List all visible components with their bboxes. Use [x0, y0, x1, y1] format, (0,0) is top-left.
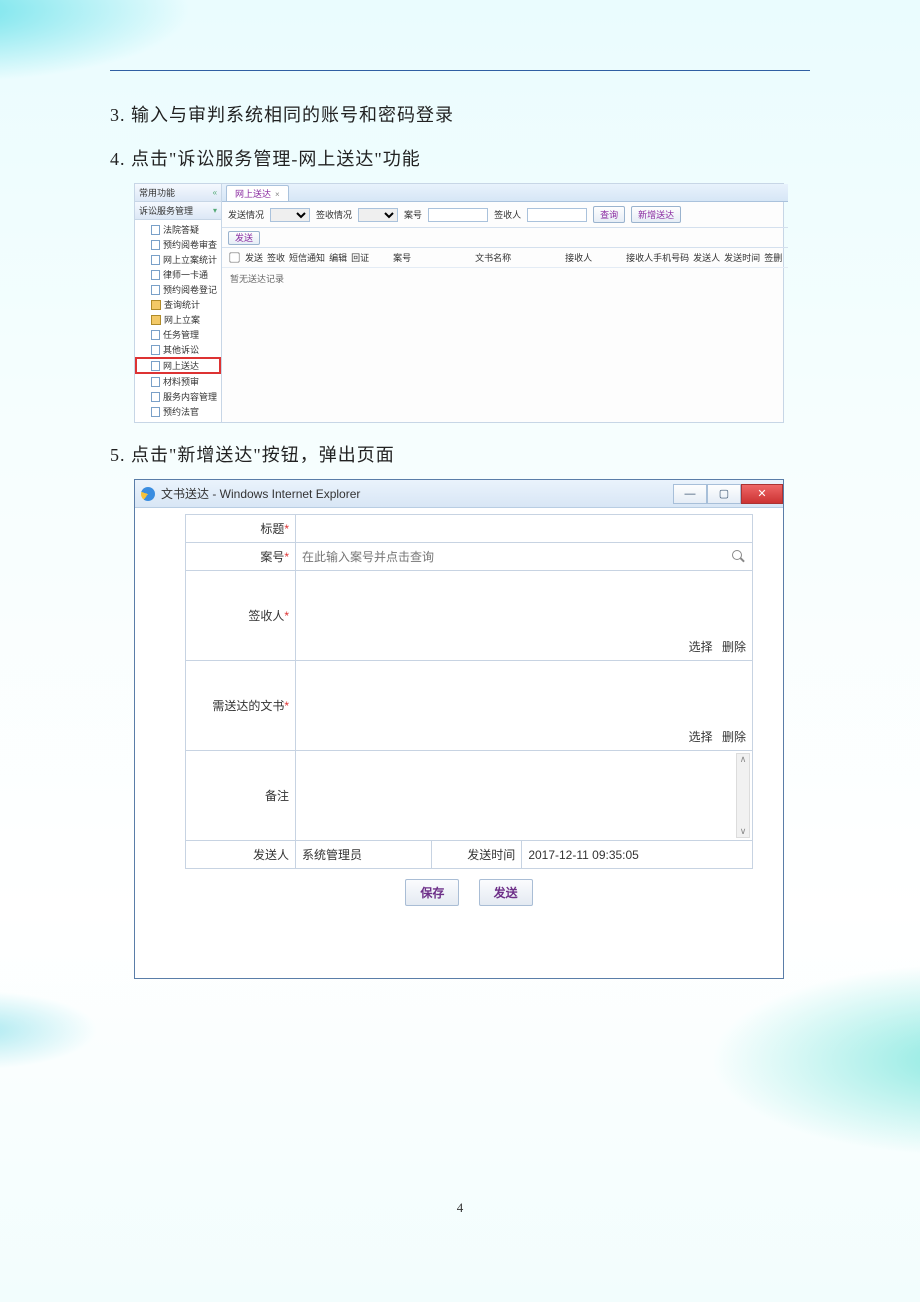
save-button[interactable]: 保存	[405, 879, 459, 906]
main-panel: 网上送达 × 发送情况 签收情况 案号 签收人 查询 新增送达 发送 发送	[222, 184, 788, 422]
nav-folder[interactable]: 网上立案	[135, 312, 221, 327]
col-caseno: 案号	[393, 251, 411, 264]
scroll-down-icon[interactable]: ∨	[737, 826, 749, 837]
col-edit: 编辑	[329, 251, 347, 264]
scroll-up-icon[interactable]: ∧	[737, 754, 749, 765]
col-receipt: 回证	[351, 251, 369, 264]
label-caseno: 案号*	[186, 543, 296, 571]
label-remark: 备注	[186, 751, 296, 841]
nav-item[interactable]: 其他诉讼	[135, 342, 221, 357]
nav-item[interactable]: 任务管理	[135, 327, 221, 342]
window-titlebar: 文书送达 - Windows Internet Explorer — ▢ ✕	[135, 480, 783, 508]
filter-sign-status-label: 签收情况	[316, 208, 352, 221]
dialog-button-row: 保存 发送	[185, 869, 753, 916]
remark-cell[interactable]: ∧∨	[296, 751, 753, 841]
search-icon[interactable]	[732, 550, 746, 564]
query-button[interactable]: 查询	[593, 206, 625, 223]
tab-bar: 网上送达 ×	[222, 184, 788, 202]
expand-icon[interactable]: ▾	[213, 206, 217, 215]
nav-item[interactable]: 判后答疑	[135, 419, 221, 422]
nav-tree: 法院答疑 预约阅卷审查 网上立案统计 律师一卡通 预约阅卷登记 查询统计 网上立…	[135, 220, 221, 422]
sidebar-common-header[interactable]: 常用功能 «	[135, 184, 221, 202]
filter-sign-status[interactable]	[358, 208, 398, 222]
sender-value: 系统管理员	[296, 841, 432, 869]
nav-item[interactable]: 服务内容管理	[135, 389, 221, 404]
step-5: 5. 点击"新增送达"按钮，弹出页面	[110, 441, 810, 467]
top-rule	[110, 70, 810, 71]
nav-item[interactable]: 法院答疑	[135, 222, 221, 237]
select-doc-link[interactable]: 选择	[689, 730, 713, 744]
nav-folder[interactable]: 查询统计	[135, 297, 221, 312]
step-3: 3. 输入与审判系统相同的账号和密码登录	[110, 101, 810, 127]
sidebar: 常用功能 « 诉讼服务管理 ▾ 法院答疑 预约阅卷审查 网上立案统计 律师一卡通…	[135, 184, 222, 422]
label-signer: 签收人*	[186, 571, 296, 661]
filter-case-no-label: 案号	[404, 208, 422, 221]
label-sender: 发送人	[186, 841, 296, 869]
nav-item[interactable]: 材料预审	[135, 374, 221, 389]
filter-signer-label: 签收人	[494, 208, 521, 221]
col-sms: 短信通知	[289, 251, 325, 264]
send-button[interactable]: 发送	[228, 231, 260, 245]
ie-icon	[141, 487, 155, 501]
col-phone: 接收人手机号码	[626, 251, 689, 264]
page-number: 4	[0, 1200, 920, 1216]
nav-item[interactable]: 预约阅卷审查	[135, 237, 221, 252]
caseno-input[interactable]	[302, 550, 746, 564]
col-del: 签删	[764, 251, 782, 264]
close-icon[interactable]: ×	[275, 190, 280, 199]
label-docs: 需送达的文书*	[186, 661, 296, 751]
minimize-button[interactable]: —	[673, 484, 707, 504]
label-sendtime: 发送时间	[432, 841, 522, 869]
collapse-icon[interactable]: «	[213, 188, 217, 197]
filter-send-status[interactable]	[270, 208, 310, 222]
col-send: 发送	[245, 251, 263, 264]
delete-signer-link[interactable]: 删除	[722, 640, 746, 654]
nav-item[interactable]: 律师一卡通	[135, 267, 221, 282]
filter-signer-input[interactable]	[527, 208, 587, 222]
maximize-button[interactable]: ▢	[707, 484, 741, 504]
step-4: 4. 点击"诉讼服务管理-网上送达"功能	[110, 145, 810, 171]
filter-row: 发送情况 签收情况 案号 签收人 查询 新增送达	[222, 202, 788, 228]
screenshot-1: 常用功能 « 诉讼服务管理 ▾ 法院答疑 预约阅卷审查 网上立案统计 律师一卡通…	[134, 183, 784, 423]
col-sendtime: 发送时间	[724, 251, 760, 264]
select-all-checkbox[interactable]	[229, 252, 239, 262]
add-delivery-button[interactable]: 新增送达	[631, 206, 681, 223]
col-recv: 接收人	[565, 251, 592, 264]
send-row: 发送	[222, 228, 788, 248]
send-button[interactable]: 发送	[479, 879, 533, 906]
sidebar-service-header[interactable]: 诉讼服务管理 ▾	[135, 202, 221, 220]
tab-label: 网上送达	[235, 189, 271, 199]
col-docname: 文书名称	[475, 251, 511, 264]
form-table: 标题* 案号* 签收人* 选择 删除	[185, 514, 753, 869]
sendtime-value: 2017-12-11 09:35:05	[522, 841, 753, 869]
col-sign: 签收	[267, 251, 285, 264]
signer-cell: 选择 删除	[296, 571, 753, 661]
table-header: 发送 签收 短信通知 编辑 回证 案号 文书名称 接收人 接收人手机号码 发送人…	[222, 248, 788, 268]
title-input[interactable]	[302, 522, 746, 536]
docs-cell: 选择 删除	[296, 661, 753, 751]
empty-message: 暂无送达记录	[222, 268, 788, 289]
nav-item-online-delivery[interactable]: 网上送达	[135, 357, 221, 374]
filter-send-status-label: 发送情况	[228, 208, 264, 221]
col-sender: 发送人	[693, 251, 720, 264]
scrollbar[interactable]: ∧∨	[736, 753, 750, 838]
screenshot-2-dialog: 文书送达 - Windows Internet Explorer — ▢ ✕ 标…	[134, 479, 784, 979]
nav-item[interactable]: 网上立案统计	[135, 252, 221, 267]
window-title: 文书送达 - Windows Internet Explorer	[161, 485, 360, 502]
select-signer-link[interactable]: 选择	[689, 640, 713, 654]
tab-online-delivery[interactable]: 网上送达 ×	[226, 185, 289, 201]
svc-mgmt-label: 诉讼服务管理	[139, 204, 193, 217]
delete-doc-link[interactable]: 删除	[722, 730, 746, 744]
nav-item[interactable]: 预约阅卷登记	[135, 282, 221, 297]
common-func-label: 常用功能	[139, 186, 175, 199]
label-title: 标题*	[186, 515, 296, 543]
filter-case-no-input[interactable]	[428, 208, 488, 222]
close-button[interactable]: ✕	[741, 484, 783, 504]
nav-item[interactable]: 预约法官	[135, 404, 221, 419]
